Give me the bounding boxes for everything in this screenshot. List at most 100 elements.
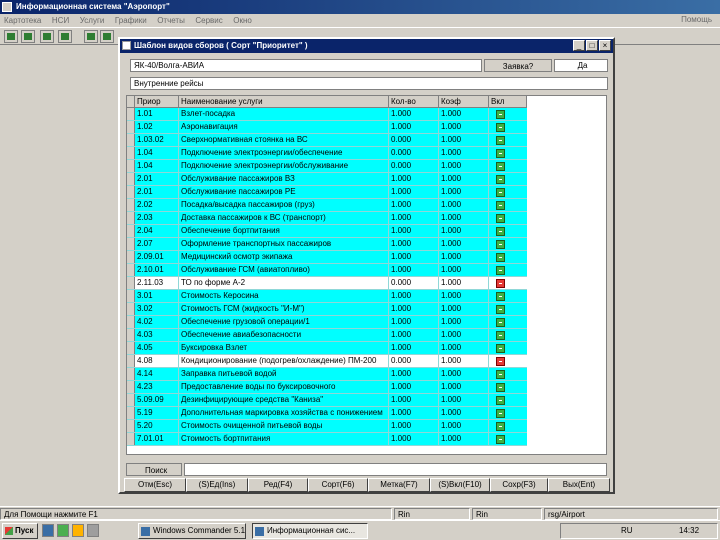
quicklaunch-folder-icon[interactable] xyxy=(72,524,84,537)
minimize-button[interactable]: _ xyxy=(573,40,585,51)
included-check-icon[interactable] xyxy=(496,188,505,197)
quicklaunch-desktop-icon[interactable] xyxy=(57,524,69,537)
menu-service[interactable]: Сервис xyxy=(191,15,226,27)
included-check-icon[interactable] xyxy=(496,331,505,340)
table-row[interactable]: 5.09.09 Дезинфицирующие средства "Каниза"… xyxy=(127,394,527,407)
menu-nsi[interactable]: НСИ xyxy=(48,15,73,27)
table-row[interactable]: 4.02 Обеспечение грузовой операции/1 1.000… xyxy=(127,316,527,329)
included-check-icon[interactable] xyxy=(496,318,505,327)
menu-reports[interactable]: Отчеты xyxy=(153,15,189,27)
menu-help[interactable]: Помощь xyxy=(677,14,716,26)
request-value[interactable]: Да xyxy=(554,59,608,72)
included-check-icon[interactable] xyxy=(496,110,505,119)
included-check-icon[interactable] xyxy=(496,305,505,314)
table-row[interactable]: 4.05 Буксировка Взлет 1.000 1.000 xyxy=(127,342,527,355)
table-row[interactable]: 2.01 Обслуживание пассажиров РЕ 1.000 1.000 xyxy=(127,186,527,199)
included-check-icon[interactable] xyxy=(496,266,505,275)
toolbar-button-5[interactable] xyxy=(84,30,98,43)
task-info-system[interactable]: Информационная сис... xyxy=(252,523,368,539)
table-row[interactable]: 2.09.01 Медицинский осмотр экипажа 1.000 1.… xyxy=(127,251,527,264)
table-row[interactable]: 1.02 Аэронавигация 1.000 1.000 xyxy=(127,121,527,134)
toolbar-button-2[interactable] xyxy=(21,30,35,43)
quicklaunch-app-icon[interactable] xyxy=(87,524,99,537)
cancel-button[interactable]: Отм(Esc) xyxy=(124,478,186,492)
language-indicator[interactable]: RU xyxy=(621,524,633,538)
table-row[interactable]: 3.02 Стоимость ГСМ (жидкость "И-М") 1.000 1… xyxy=(127,303,527,316)
toolbar-button-6[interactable] xyxy=(100,30,114,43)
table-row[interactable]: 4.08 Кондиционирование (подогрев/охлажден… xyxy=(127,355,527,368)
search-input[interactable] xyxy=(184,463,607,476)
excluded-cross-icon[interactable] xyxy=(496,357,505,366)
mark-button[interactable]: Метка(F7) xyxy=(368,478,430,492)
included-check-icon[interactable] xyxy=(496,292,505,301)
table-row[interactable]: 2.02 Посадка/высадка пассажиров (груз) 1.0… xyxy=(127,199,527,212)
table-row[interactable]: 2.03 Доставка пассажиров к ВС (транспорт)… xyxy=(127,212,527,225)
toolbar-button-1[interactable] xyxy=(4,30,18,43)
airline-field[interactable]: ЯК-40/Волга-АВИА xyxy=(130,59,482,72)
cell-code: 2.07 xyxy=(135,238,179,250)
group-field[interactable]: Внутренние рейсы xyxy=(130,77,608,90)
table-row[interactable]: 2.11.03 ТО по форме А-2 0.000 1.000 xyxy=(127,277,527,290)
table-row[interactable]: 5.20 Стоимость очищенной питьевой воды 1.0… xyxy=(127,420,527,433)
table-row[interactable]: 7.01.01 Стоимость бортпитания 1.000 1.000 xyxy=(127,433,527,446)
menu-services[interactable]: Услуги xyxy=(76,15,109,27)
menu-cards[interactable]: Картотека xyxy=(0,15,45,27)
included-check-icon[interactable] xyxy=(496,383,505,392)
save-button[interactable]: Сохр(F3) xyxy=(490,478,548,492)
included-check-icon[interactable] xyxy=(496,149,505,158)
included-check-icon[interactable] xyxy=(496,253,505,262)
excluded-cross-icon[interactable] xyxy=(496,279,505,288)
cell-name: Доставка пассажиров к ВС (транспорт) xyxy=(179,212,389,224)
menu-schedules[interactable]: Графики xyxy=(111,15,151,27)
included-check-icon[interactable] xyxy=(496,370,505,379)
table-row[interactable]: 4.03 Обеспечение авиабезопасности 1.000 1.0… xyxy=(127,329,527,342)
header-code[interactable]: Приор xyxy=(135,96,179,108)
table-row[interactable]: 2.01 Обслуживание пассажиров ВЗ 1.000 1.000 xyxy=(127,173,527,186)
included-check-icon[interactable] xyxy=(496,396,505,405)
edit-button[interactable]: Ред(F4) xyxy=(248,478,308,492)
table-row[interactable]: 1.04 Подключение электроэнергии/обслужива… xyxy=(127,160,527,173)
exit-button[interactable]: Вых(Ent) xyxy=(548,478,610,492)
header-coef[interactable]: Коэф xyxy=(439,96,489,108)
included-check-icon[interactable] xyxy=(496,240,505,249)
included-check-icon[interactable] xyxy=(496,136,505,145)
header-name[interactable]: Наименование услуги xyxy=(179,96,389,108)
close-button[interactable]: × xyxy=(599,40,611,51)
table-row[interactable]: 4.14 Заправка питьевой водой 1.000 1.000 xyxy=(127,368,527,381)
table-row[interactable]: 3.01 Стоимость Керосина 1.000 1.000 xyxy=(127,290,527,303)
table-row[interactable]: 1.04 Подключение электроэнергии/обеспечен… xyxy=(127,147,527,160)
quicklaunch-ie-icon[interactable] xyxy=(42,524,54,537)
table-row[interactable]: 2.07 Оформление транспортных пассажиров 1.… xyxy=(127,238,527,251)
table-row[interactable]: 2.04 Обеспечение бортпитания 1.000 1.000 xyxy=(127,225,527,238)
included-check-icon[interactable] xyxy=(496,409,505,418)
toolbar-button-4[interactable] xyxy=(58,30,72,43)
table-row[interactable]: 5.19 Дополнительная маркировка хозяйства … xyxy=(127,407,527,420)
header-qty[interactable]: Кол-во xyxy=(389,96,439,108)
included-check-icon[interactable] xyxy=(496,162,505,171)
table-row[interactable]: 1.03.02 Сверхнормативная стоянка на ВС 0.0… xyxy=(127,134,527,147)
include-button[interactable]: (S)Вкл(F10) xyxy=(430,478,490,492)
start-button[interactable]: Пуск xyxy=(2,523,38,539)
cell-name: Кондиционирование (подогрев/охлаждение) … xyxy=(179,355,389,367)
insert-button[interactable]: (S)Ед(Ins) xyxy=(186,478,248,492)
included-check-icon[interactable] xyxy=(496,227,505,236)
task-windows-commander[interactable]: Windows Commander 5.1... xyxy=(138,523,246,539)
included-check-icon[interactable] xyxy=(496,201,505,210)
included-check-icon[interactable] xyxy=(496,344,505,353)
included-check-icon[interactable] xyxy=(496,214,505,223)
table-row[interactable]: 1.01 Взлет-посадка 1.000 1.000 xyxy=(127,108,527,121)
header-incl[interactable]: Вкл xyxy=(489,96,527,108)
included-check-icon[interactable] xyxy=(496,422,505,431)
toolbar-button-3[interactable] xyxy=(40,30,54,43)
app-title: Информационная система "Аэропорт" xyxy=(16,2,170,11)
row-indicator xyxy=(127,329,135,341)
table-row[interactable]: 4.23 Предоставление воды по буксировочног… xyxy=(127,381,527,394)
included-check-icon[interactable] xyxy=(496,175,505,184)
maximize-button[interactable]: □ xyxy=(586,40,598,51)
included-check-icon[interactable] xyxy=(496,435,505,444)
included-check-icon[interactable] xyxy=(496,123,505,132)
menu-window[interactable]: Окно xyxy=(229,15,256,27)
cell-code: 1.04 xyxy=(135,160,179,172)
table-row[interactable]: 2.10.01 Обслуживание ГСМ (авиатопливо) 1.0… xyxy=(127,264,527,277)
sort-button[interactable]: Сорт(F6) xyxy=(308,478,368,492)
